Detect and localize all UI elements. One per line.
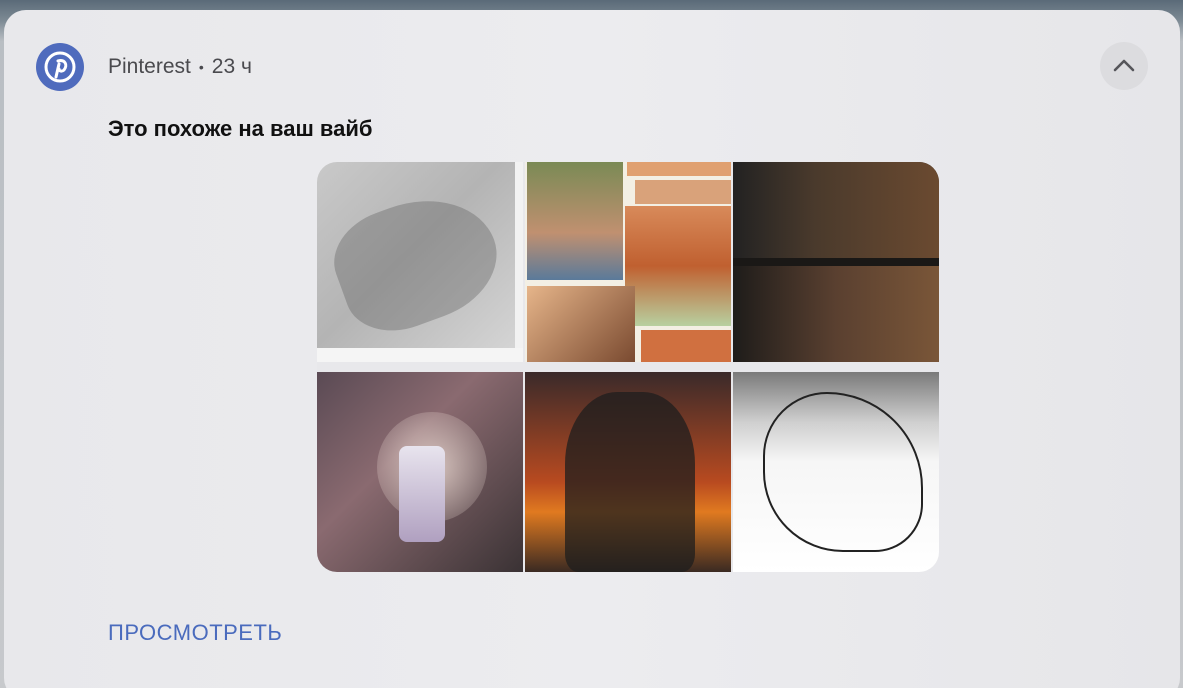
collapse-button[interactable] [1100,42,1148,90]
view-button[interactable]: ПРОСМОТРЕТЬ [108,620,282,646]
notification-header: Pinterest • 23 ч [108,55,252,79]
notification-time: 23 ч [211,55,252,78]
chevron-up-icon [1113,59,1135,72]
pin-image-5[interactable] [525,372,731,572]
pin-image-2[interactable] [525,162,731,362]
pin-image-1[interactable] [317,162,523,362]
pin-image-3[interactable] [733,162,939,362]
pin-image-grid[interactable] [317,162,939,572]
app-name: Pinterest [108,55,191,78]
notification-title: Это похоже на ваш вайб [108,116,373,141]
pin-image-4[interactable] [317,372,523,572]
pin-image-6[interactable] [733,372,939,572]
separator-dot: • [198,59,204,75]
pinterest-logo-icon [36,43,84,91]
notification-card[interactable]: Pinterest • 23 ч Это похоже на ваш вайб … [4,10,1180,688]
